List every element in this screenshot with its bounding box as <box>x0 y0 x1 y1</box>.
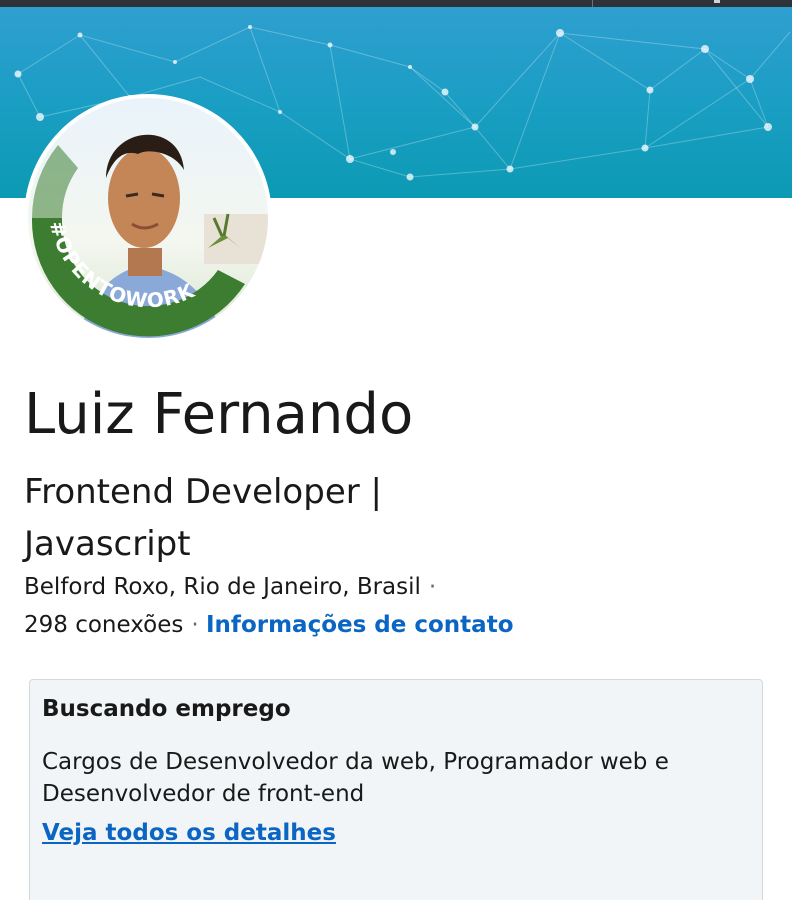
separator-dot: · <box>428 574 437 600</box>
see-all-details-link[interactable]: Veja todos os detalhes <box>42 820 336 846</box>
profile-location: Belford Roxo, Rio de Janeiro, Brasil <box>24 574 421 600</box>
separator-dot: · <box>191 612 199 638</box>
open-to-work-card: Buscando emprego Cargos de Desenvolvedor… <box>29 679 763 900</box>
card-description: Cargos de Desenvolvedor da web, Programa… <box>42 749 669 807</box>
top-navigation-bar <box>0 0 792 7</box>
profile-photo[interactable]: #OPENTOWORK <box>28 98 268 338</box>
nav-icon[interactable] <box>714 0 720 3</box>
nav-divider <box>592 0 593 7</box>
profile-headline: Frontend Developer | Javascript <box>24 472 382 564</box>
card-title: Buscando emprego <box>42 696 291 722</box>
profile-location-line: Belford Roxo, Rio de Janeiro, Brasil · <box>24 574 436 600</box>
contact-info-link[interactable]: Informações de contato <box>206 612 514 638</box>
connections-count: 298 conexões <box>24 612 184 638</box>
profile-photo-frame[interactable]: #OPENTOWORK <box>24 94 272 342</box>
profile-name: Luiz Fernando <box>24 382 414 447</box>
profile-connections-line: 298 conexões · Informações de contato <box>24 612 514 638</box>
